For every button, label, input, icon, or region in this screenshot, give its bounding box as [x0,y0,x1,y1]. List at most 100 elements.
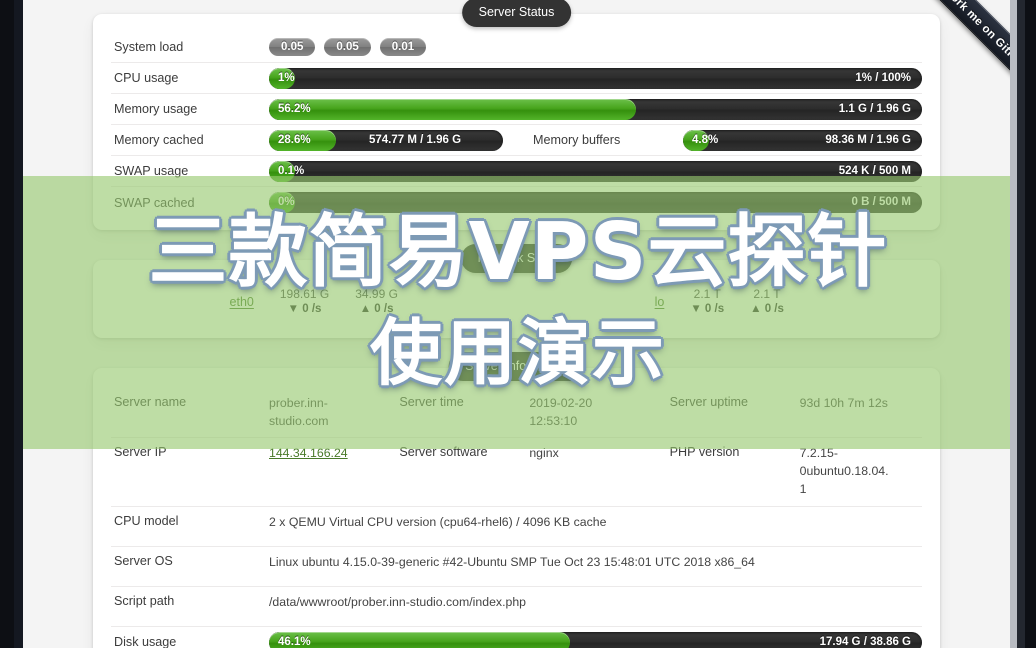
memory-cached-bar: 28.6% 574.77 M / 1.96 G [269,129,503,151]
cell-server-uptime: Server uptime 93d 10h 7m 12s [652,388,922,420]
network-stats-title: Network Stats [460,244,573,273]
row-server-ip: Server IP 144.34.166.24 Server software … [111,438,922,507]
network-stats-card: Network Stats eth0 198.61 G ▼ 0 /s 34.99… [93,244,940,338]
script-path-value: /data/wwwroot/prober.inn-studio.com/inde… [269,594,527,609]
lo-tx: 2.1 T ▲ 0 /s [750,286,784,318]
row-swap-cached: SWAP cached 0% 0 B / 500 M [111,187,922,218]
disk-usage-label: Disk usage [114,635,177,648]
swap-usage-amount: 524 K / 500 M [838,164,911,177]
eth0-rx: 198.61 G ▼ 0 /s [280,286,329,318]
script-path-label: Script path [114,593,175,608]
cpu-model-value: 2 x QEMU Virtual CPU version (cpu64-rhel… [269,514,607,529]
disk-usage-bar-fill [269,631,571,648]
system-load-values: 0.05 0.05 0.01 [269,38,922,56]
server-name-label: Server name [114,394,187,409]
swap-cached-bar: 0% 0 B / 500 M [269,192,922,213]
server-uptime-value: 93d 10h 7m 12s [799,395,888,410]
window-frame-left-inner [14,0,23,648]
window-frame-left [0,0,14,648]
lo-rx-rate: ▼ 0 /s [690,302,724,318]
row-cpu-usage: CPU usage 1% 1% / 100% [111,63,922,94]
server-uptime-label: Server uptime [669,394,749,409]
interface-name-eth0[interactable]: eth0 [230,295,254,309]
cell-script-path: Script path /data/wwwroot/prober.inn-stu… [111,587,922,619]
up-arrow-icon: ▲ [750,303,762,316]
row-cpu-model: CPU model 2 x QEMU Virtual CPU version (… [111,507,922,547]
browser-page: Server Status System load 0.05 0.05 0.01… [23,0,1010,648]
server-ip-label: Server IP [114,445,167,460]
network-interfaces: eth0 198.61 G ▼ 0 /s 34.99 G ▲ 0 /s lo 2… [111,280,922,322]
eth0-tx-rate: ▲ 0 /s [355,302,398,318]
row-server-name: Server name prober.inn-studio.com Server… [111,388,922,439]
disk-usage-value: 46.1% 17.94 G / 38.86 G [269,631,922,648]
server-software-value: nginx [529,446,559,461]
memory-usage-bar: 56.2% 1.1 G / 1.96 G [269,98,922,120]
cell-cpu-model: CPU model 2 x QEMU Virtual CPU version (… [111,507,922,539]
memory-cached-amount: 574.77 M / 1.96 G [368,133,462,146]
eth0-rx-total: 198.61 G [279,287,330,301]
server-information-title: Server Information [448,351,585,381]
server-information-card: Server Information Server name prober.in… [93,351,940,648]
system-load-label: System load [114,40,184,54]
cell-server-os: Server OS Linux ubuntu 4.15.0-39-generic… [111,547,922,579]
memory-cached-label: Memory cached [114,133,204,147]
swap-usage-bar: 0.1% 524 K / 500 M [269,160,922,182]
cpu-usage-label: CPU usage [114,71,179,85]
server-software-label: Server software [399,445,488,460]
server-information-body: Server name prober.inn-studio.com Server… [93,368,940,648]
memory-usage-value: 56.2% 1.1 G / 1.96 G [269,98,922,120]
disk-usage-amount: 17.94 G / 38.86 G [819,635,911,648]
swap-cached-label: SWAP cached [114,195,195,210]
disk-usage-percent: 46.1% [278,635,311,648]
cell-server-ip: Server IP 144.34.166.24 [111,438,381,470]
down-arrow-icon: ▼ [690,303,702,316]
row-server-os: Server OS Linux ubuntu 4.15.0-39-generic… [111,547,922,587]
server-time-label: Server time [399,394,464,409]
lo-tx-rate: ▲ 0 /s [750,302,784,318]
cell-server-software: Server software nginx [381,438,651,470]
swap-cached-value: 0% 0 B / 500 M [269,192,922,213]
swap-usage-value: 0.1% 524 K / 500 M [269,160,922,182]
load-pill-3: 0.01 [379,38,427,56]
row-memory-cached: Memory cached 28.6% 574.77 M / 1.96 G Me… [111,125,922,156]
swap-cached-percent: 0% [278,196,295,208]
lo-rx: 2.1 T ▼ 0 /s [690,286,724,318]
lo-tx-total: 2.1 T [753,287,781,301]
down-arrow-icon: ▼ [287,303,300,316]
memory-usage-label: Memory usage [114,102,198,116]
eth0-rx-rate: ▼ 0 /s [280,302,329,318]
load-pill-2: 0.05 [324,38,371,56]
cpu-usage-bar: 1% 1% / 100% [269,67,922,89]
php-version-label: PHP version [669,445,740,460]
window-frame-right-inner [1017,0,1025,648]
memory-usage-amount: 1.1 G / 1.96 G [838,102,911,115]
lo-tx-rate-value: 0 /s [764,303,784,316]
server-time-value: 2019-02-20 12:53:10 [529,395,593,428]
server-name-value: prober.inn-studio.com [269,395,329,428]
eth0-tx: 34.99 G ▲ 0 /s [355,286,398,318]
server-os-label: Server OS [114,553,173,568]
swap-usage-label: SWAP usage [114,164,189,178]
server-status-card: Server Status System load 0.05 0.05 0.01… [93,0,940,230]
interface-name-lo[interactable]: lo [655,295,665,309]
load-pill-1: 0.05 [269,38,316,56]
server-ip-value[interactable]: 144.34.166.24 [269,445,381,463]
memory-buffers-percent: 4.8% [692,133,719,146]
eth0-tx-rate-value: 0 /s [374,303,394,316]
cpu-usage-percent: 1% [278,71,295,84]
row-memory-usage: Memory usage 56.2% 1.1 G / 1.96 G [111,94,922,125]
memory-cached-value: 28.6% 574.77 M / 1.96 G Memory buffers 4… [269,129,922,151]
row-script-path: Script path /data/wwwroot/prober.inn-stu… [111,587,922,627]
row-swap-usage: SWAP usage 0.1% 524 K / 500 M [111,156,922,187]
lo-rx-total: 2.1 T [693,287,721,301]
memory-usage-bar-fill [269,98,636,120]
swap-usage-percent: 0.1% [278,164,305,177]
memory-buffers-label: Memory buffers [533,133,621,147]
row-disk-usage: Disk usage 46.1% 17.94 G / 38.86 G [111,627,922,648]
eth0-tx-total: 34.99 G [355,287,398,301]
network-interface-lo: lo 2.1 T ▼ 0 /s 2.1 T ▲ 0 /s [517,286,923,318]
scrollbar-track[interactable] [1010,0,1017,648]
disk-usage-bar: 46.1% 17.94 G / 38.86 G [269,631,922,648]
cell-php-version: PHP version 7.2.15-0ubuntu0.18.04.1 [652,438,922,505]
memory-buffers-bar: 4.8% 98.36 M / 1.96 G [683,129,922,151]
